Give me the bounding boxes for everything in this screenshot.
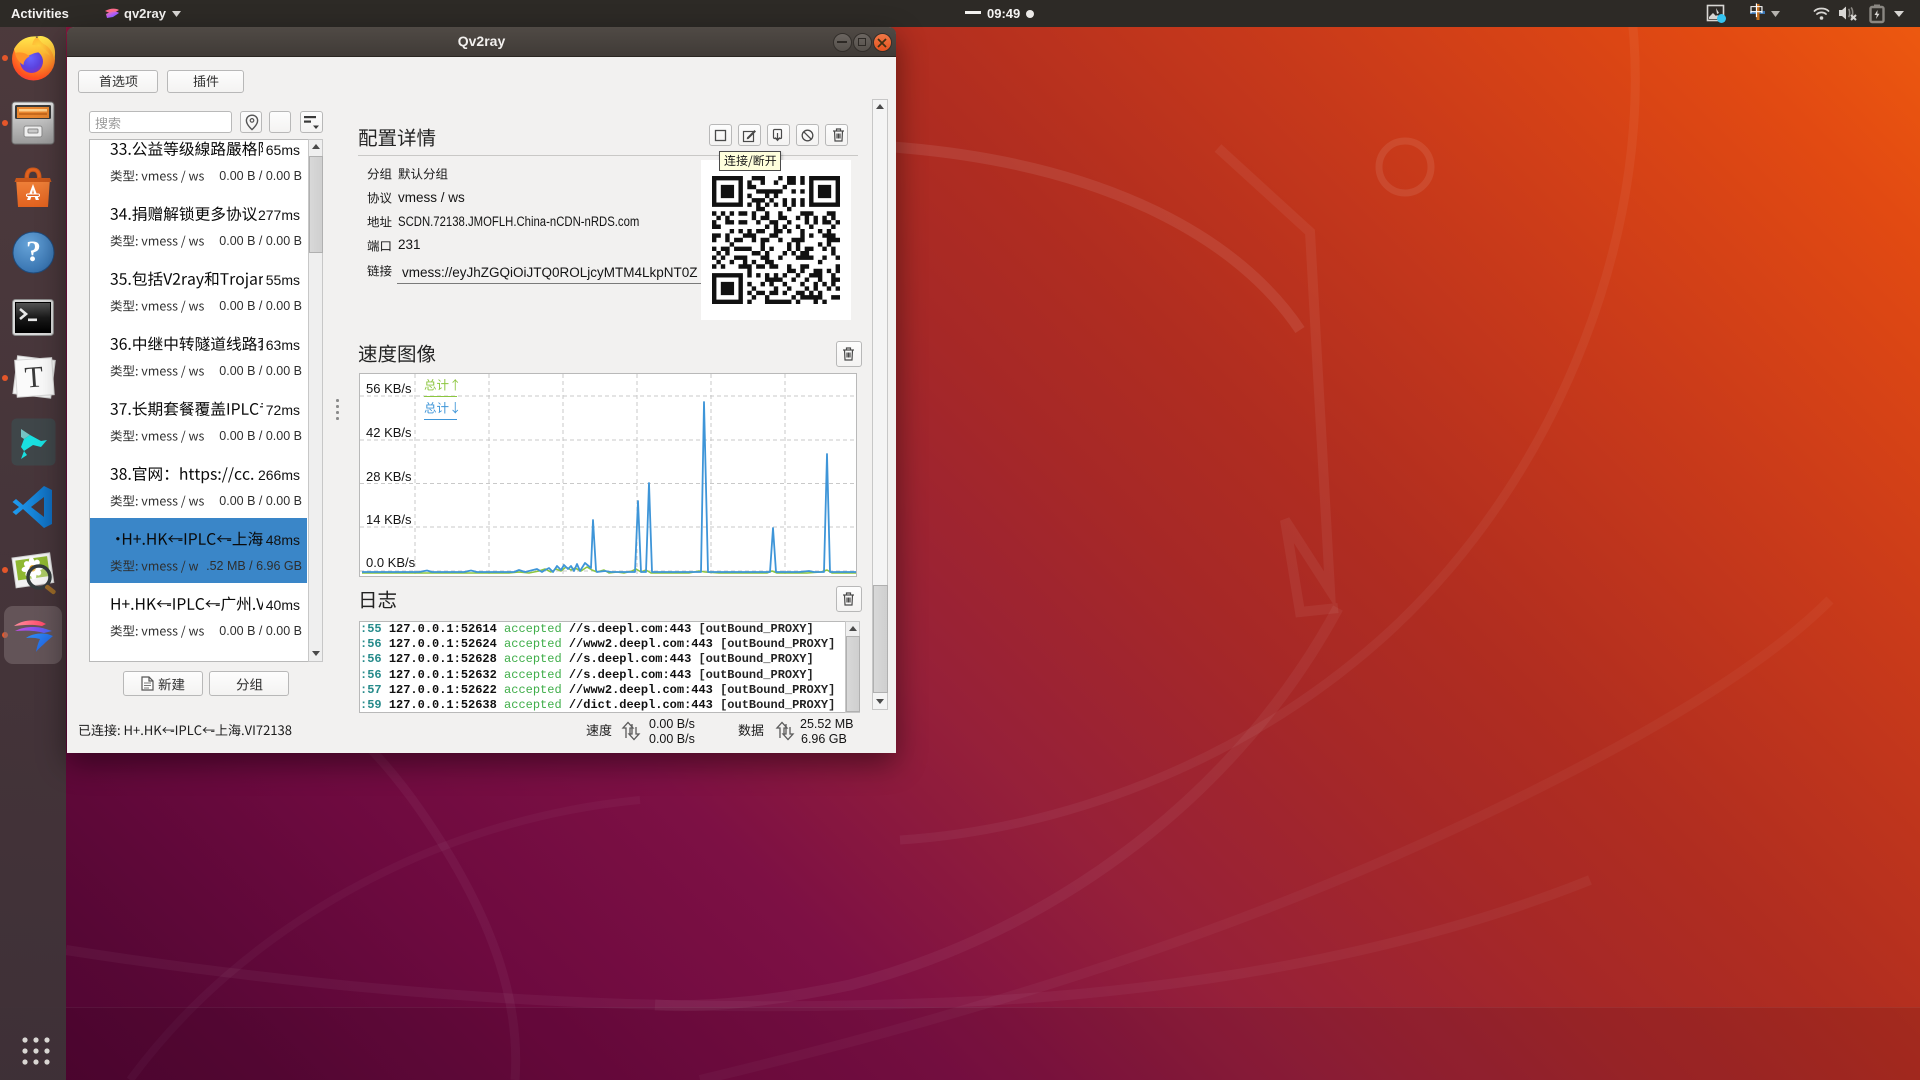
svg-text:T: T [24,360,45,394]
svg-text:?: ? [26,235,41,268]
